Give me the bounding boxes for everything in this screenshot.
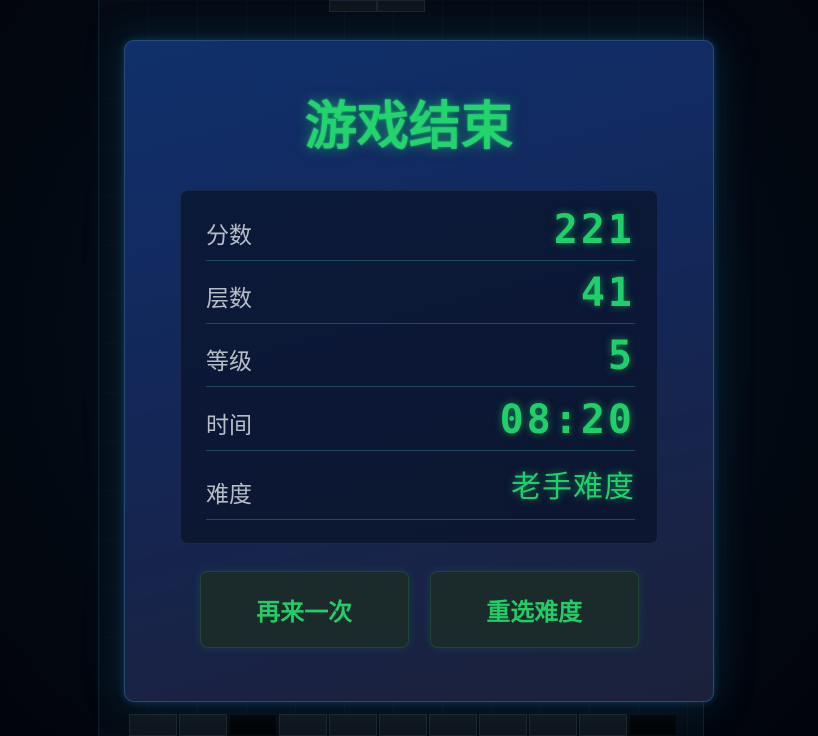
- board-block: [329, 714, 377, 736]
- stat-row-time: 时间 08:20: [206, 386, 635, 451]
- stat-row-difficulty: 难度 老手难度: [206, 450, 635, 520]
- stat-row-layers: 层数 41: [206, 260, 635, 324]
- stat-row-level: 等级 5: [206, 323, 635, 387]
- game-over-title: 游戏结束: [304, 96, 513, 157]
- stat-label-score: 分数: [206, 223, 252, 249]
- board-block: [579, 714, 627, 736]
- stat-label-time: 时间: [206, 413, 252, 439]
- stat-value-time: 08:20: [499, 397, 635, 443]
- board-block: [229, 714, 277, 736]
- board-block: [479, 714, 527, 736]
- board-block: [129, 714, 177, 736]
- board-block: [179, 714, 227, 736]
- stat-value-layers: 41: [580, 270, 635, 316]
- stat-row-score: 分数 221: [206, 191, 635, 261]
- board-block: [529, 714, 577, 736]
- game-screen: 游戏结束 分数 221 层数 41 等级 5 时间 08:20 难度 老手难度 …: [0, 0, 818, 736]
- stat-label-difficulty: 难度: [206, 482, 252, 508]
- board-block: [329, 0, 377, 12]
- board-block: [629, 714, 677, 736]
- board-block: [429, 714, 477, 736]
- reselect-difficulty-button[interactable]: 重选难度: [430, 571, 639, 648]
- stat-label-level: 等级: [206, 349, 252, 375]
- stat-label-layers: 层数: [206, 286, 252, 312]
- restart-button[interactable]: 再来一次: [200, 571, 409, 648]
- stat-value-score: 221: [553, 207, 635, 253]
- stats-panel: 分数 221 层数 41 等级 5 时间 08:20 难度 老手难度: [180, 190, 658, 544]
- stat-value-difficulty: 老手难度: [511, 470, 635, 505]
- stat-value-level: 5: [607, 333, 635, 379]
- board-block: [379, 714, 427, 736]
- board-block: [377, 0, 425, 12]
- board-block: [279, 714, 327, 736]
